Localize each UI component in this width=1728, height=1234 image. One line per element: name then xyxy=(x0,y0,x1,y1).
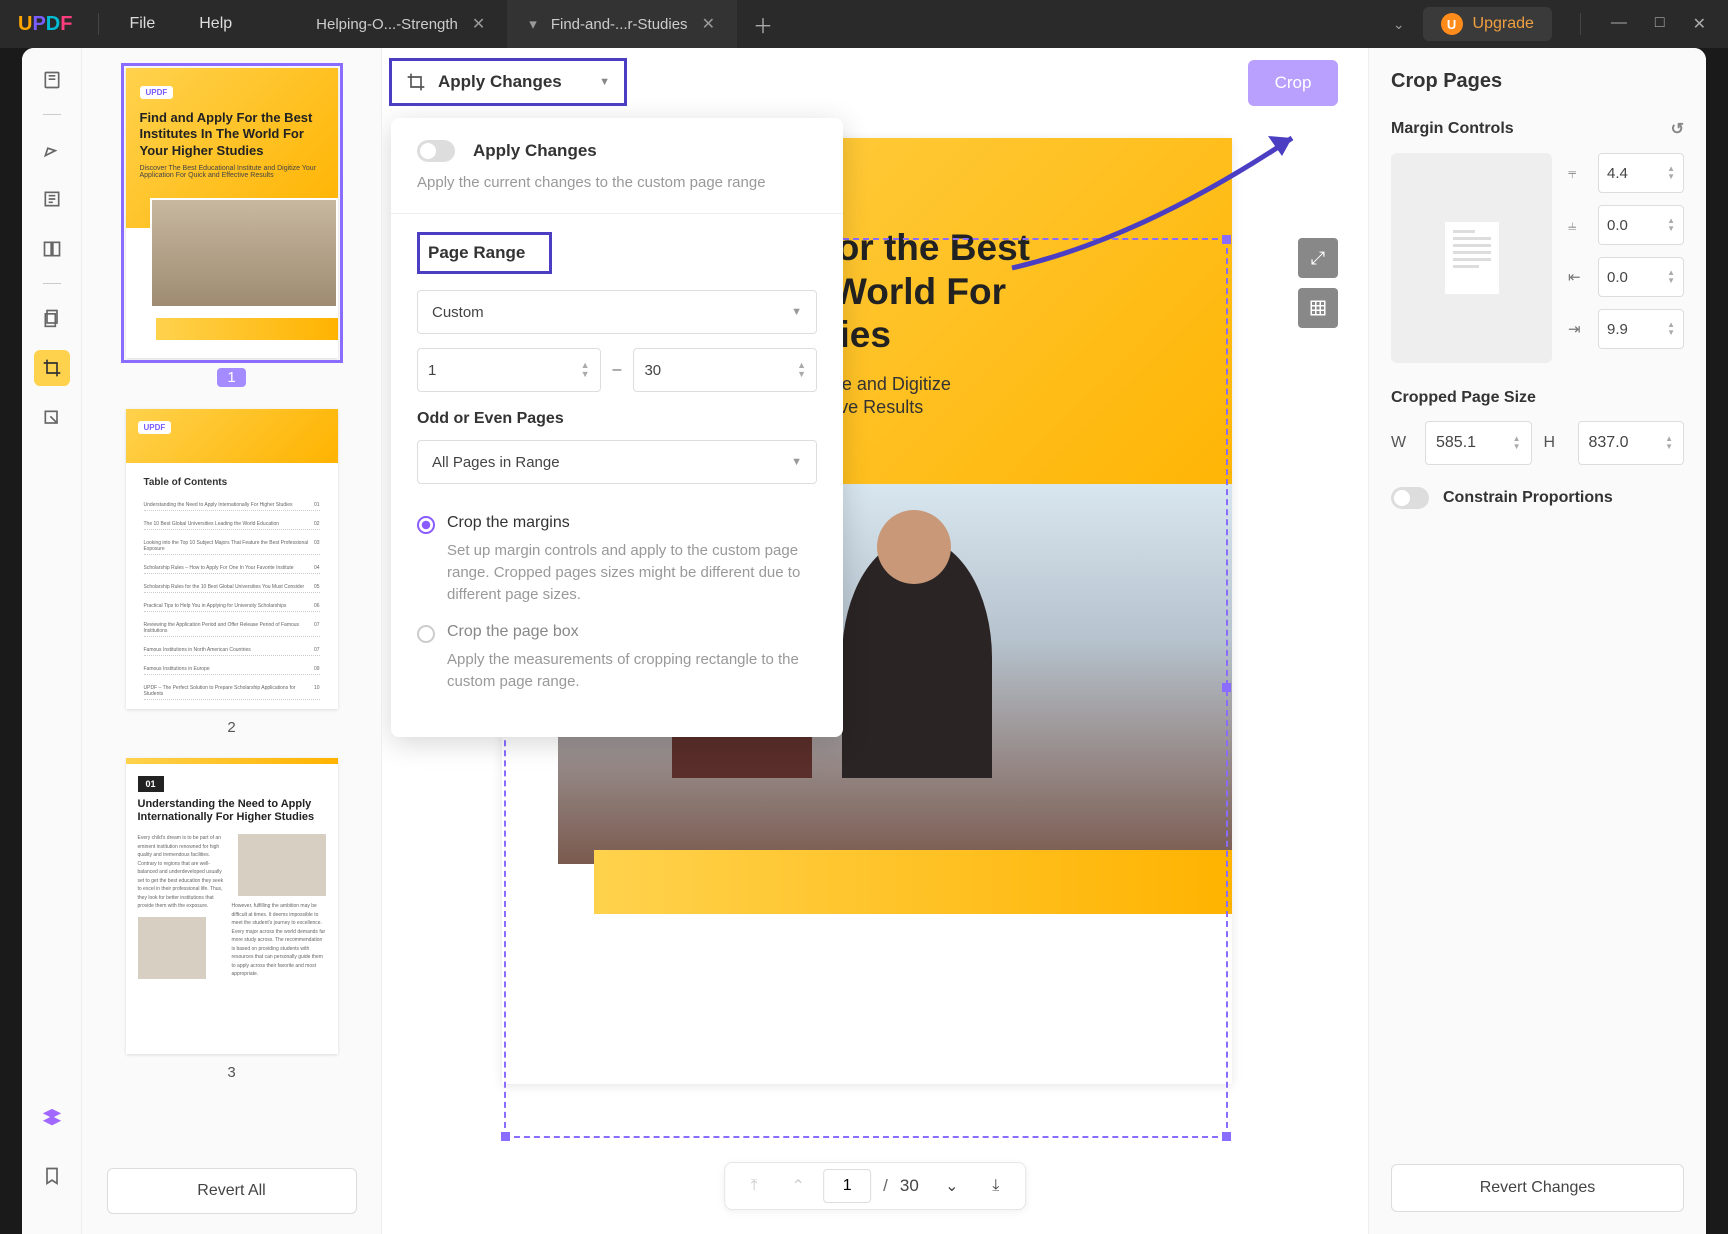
apply-changes-toggle[interactable] xyxy=(417,140,455,162)
last-page-icon[interactable]: ⤓ xyxy=(977,1168,1015,1204)
close-icon[interactable]: ✕ xyxy=(702,14,715,34)
maximize-icon[interactable]: □ xyxy=(1655,14,1665,34)
actual-size-icon[interactable] xyxy=(1298,288,1338,328)
radio-off-icon xyxy=(417,625,435,643)
prev-page-icon[interactable]: ⌃ xyxy=(779,1168,817,1204)
tab-label: Find-and-...r-Studies xyxy=(551,16,688,33)
upgrade-badge-icon: U xyxy=(1441,13,1463,35)
reset-margins-icon[interactable]: ↺ xyxy=(1671,119,1684,139)
first-page-icon[interactable]: ⤒ xyxy=(735,1168,773,1204)
cropped-size-heading: Cropped Page Size xyxy=(1391,389,1536,407)
crop-handle-tr[interactable] xyxy=(1222,235,1231,244)
ocr-tool-icon[interactable] xyxy=(34,300,70,336)
tab-inactive[interactable]: Helping-O...-Strength ✕ xyxy=(294,0,507,48)
chevron-down-icon: ▼ xyxy=(791,306,802,318)
odd-even-select[interactable]: All Pages in Range ▼ xyxy=(417,440,817,484)
margin-controls-heading: Margin Controls xyxy=(1391,120,1514,138)
tab-active[interactable]: ▾ Find-and-...r-Studies ✕ xyxy=(507,0,737,48)
tabs-overflow-icon[interactable]: ⌄ xyxy=(1393,16,1405,33)
width-input[interactable]: 585.1▲▼ xyxy=(1425,421,1532,465)
close-icon[interactable]: ✕ xyxy=(472,14,485,34)
edit-tool-icon[interactable] xyxy=(34,181,70,217)
page-navigator: ⤒ ⌃ / 30 ⌄ ⤓ xyxy=(724,1162,1026,1210)
thumb-title: Find and Apply For the Best Institutes I… xyxy=(140,110,324,159)
thumb-logo: UPDF xyxy=(140,86,174,99)
page-number-input[interactable] xyxy=(823,1169,871,1203)
thumbnail-2[interactable]: UPDF Table of Contents Understanding the… xyxy=(126,409,338,709)
crop-tool-icon[interactable] xyxy=(34,350,70,386)
margin-top-input[interactable]: 4.4▲▼ xyxy=(1598,153,1684,193)
apply-changes-button[interactable]: Apply Changes ▼ xyxy=(389,58,627,106)
thumbnail-1[interactable]: UPDF Find and Apply For the Best Institu… xyxy=(126,68,338,358)
chevron-down-icon: ▼ xyxy=(791,456,802,468)
thumb-number-3: 3 xyxy=(227,1064,235,1081)
close-window-icon[interactable]: ✕ xyxy=(1693,14,1706,34)
page-range-heading: Page Range xyxy=(417,232,552,274)
bookmark-icon[interactable] xyxy=(34,1158,70,1194)
constrain-proportions-toggle[interactable] xyxy=(1391,487,1429,509)
thumbnail-panel: UPDF Find and Apply For the Best Institu… xyxy=(82,48,382,1234)
margin-bottom-input[interactable]: 0.0▲▼ xyxy=(1598,205,1684,245)
revert-changes-button[interactable]: Revert Changes xyxy=(1391,1164,1684,1212)
range-from-input[interactable]: 1 ▲▼ xyxy=(417,348,601,392)
radio-on-icon xyxy=(417,516,435,534)
crop-handle-bl[interactable] xyxy=(501,1132,510,1141)
range-to-input[interactable]: 30 ▲▼ xyxy=(633,348,817,392)
left-toolbar xyxy=(22,48,82,1234)
crop-settings-panel: Crop Pages Margin Controls ↺ ⫧ 4.4▲▼ xyxy=(1368,48,1706,1234)
thumb-number-2: 2 xyxy=(227,719,235,736)
margin-left-icon: ⇤ xyxy=(1568,268,1590,286)
new-tab-button[interactable]: ＋ xyxy=(747,8,779,40)
page-total: 30 xyxy=(900,1176,919,1196)
revert-all-button[interactable]: Revert All xyxy=(107,1168,357,1214)
panel-title: Crop Pages xyxy=(1391,70,1684,93)
titlebar: UPDF File Help Helping-O...-Strength ✕ ▾… xyxy=(0,0,1728,48)
crop-pagebox-option[interactable]: Crop the page box xyxy=(417,623,817,643)
app-logo: UPDF xyxy=(0,13,90,36)
margin-right-icon: ⇥ xyxy=(1568,320,1590,338)
menu-help[interactable]: Help xyxy=(177,15,254,33)
thumb-number-1: 1 xyxy=(217,368,245,387)
crop-icon xyxy=(406,72,426,92)
thumb-subtitle: Discover The Best Educational Institute … xyxy=(140,165,324,179)
fit-screen-icon[interactable]: ⤢ xyxy=(1298,238,1338,278)
next-page-icon[interactable]: ⌄ xyxy=(933,1168,971,1204)
margin-left-input[interactable]: 0.0▲▼ xyxy=(1598,257,1684,297)
dropdown-sub: Apply the current changes to the custom … xyxy=(417,172,817,193)
odd-even-label: Odd or Even Pages xyxy=(417,410,817,428)
height-input[interactable]: 837.0▲▼ xyxy=(1578,421,1685,465)
comment-tool-icon[interactable] xyxy=(34,131,70,167)
reader-tool-icon[interactable] xyxy=(34,62,70,98)
canvas-area: Apply Changes ▼ Crop UPDF Find and Apply… xyxy=(382,48,1368,1234)
crop-handle-br[interactable] xyxy=(1222,1132,1231,1141)
thumbnail-3[interactable]: 01 Understanding the Need to Apply Inter… xyxy=(126,758,338,1054)
margin-top-icon: ⫧ xyxy=(1568,165,1590,182)
minimize-icon[interactable]: — xyxy=(1611,14,1627,34)
upgrade-button[interactable]: U Upgrade xyxy=(1423,7,1552,41)
apply-changes-dropdown: Apply Changes Apply the current changes … xyxy=(391,118,843,737)
margin-preview xyxy=(1391,153,1552,363)
pages-tool-icon[interactable] xyxy=(34,231,70,267)
tab-dropdown-icon[interactable]: ▾ xyxy=(529,15,537,33)
tab-label: Helping-O...-Strength xyxy=(316,16,458,33)
crop-handle-mr[interactable] xyxy=(1222,683,1231,692)
crop-button[interactable]: Crop xyxy=(1248,60,1338,106)
menu-file[interactable]: File xyxy=(107,15,177,33)
redact-tool-icon[interactable] xyxy=(34,400,70,436)
crop-margins-option[interactable]: Crop the margins xyxy=(417,514,817,534)
margin-right-input[interactable]: 9.9▲▼ xyxy=(1598,309,1684,349)
dropdown-heading: Apply Changes xyxy=(473,141,597,161)
page-range-select[interactable]: Custom ▼ xyxy=(417,290,817,334)
layers-icon[interactable] xyxy=(34,1100,70,1136)
margin-bottom-icon: ⫨ xyxy=(1568,217,1590,234)
